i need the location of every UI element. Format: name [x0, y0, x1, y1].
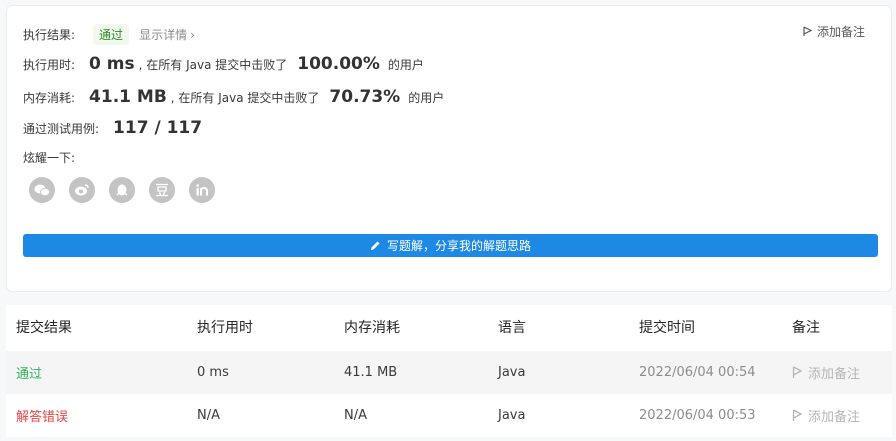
testcases-value: 117 / 117 [113, 118, 203, 138]
submission-result-card: 执行结果: 通过 显示详情 › 添加备注 执行用时: 0 ms , 在所有 Ja… [6, 5, 892, 292]
row-time: 2022/06/04 00:53 [639, 408, 756, 423]
wechat-icon[interactable] [29, 177, 55, 203]
chevron-right-icon: › [190, 27, 195, 42]
row-result[interactable]: 解答错误 [16, 394, 68, 437]
row-memory: N/A [344, 408, 367, 423]
header-runtime: 执行用时 [197, 319, 253, 336]
header-time: 提交时间 [639, 319, 695, 336]
table-header: 提交结果 执行用时 内存消耗 语言 提交时间 备注 [6, 305, 892, 348]
header-result: 提交结果 [16, 319, 72, 336]
memory-value: 41.1 MB [89, 87, 167, 107]
row-add-note-button[interactable]: 添加备注 [792, 394, 860, 437]
row-add-note-label: 添加备注 [808, 367, 861, 382]
flag-icon [792, 409, 803, 421]
add-note-button[interactable]: 添加备注 [803, 23, 865, 40]
linkedin-icon[interactable] [189, 177, 215, 203]
memory-suffix: 的用户 [408, 90, 445, 105]
row-result[interactable]: 通过 [16, 351, 42, 394]
memory-percent: 70.73% [329, 87, 401, 107]
memory-row: 内存消耗: 41.1 MB , 在所有 Java 提交中击败了 70.73% 的… [23, 87, 444, 107]
row-runtime: 0 ms [197, 365, 229, 380]
header-language: 语言 [498, 319, 526, 336]
testcases-row: 通过测试用例: 117 / 117 [23, 118, 202, 138]
weibo-icon[interactable] [69, 177, 95, 203]
status-badge: 通过 [93, 24, 130, 45]
pencil-icon [370, 241, 380, 250]
runtime-value: 0 ms [89, 54, 135, 74]
flag-icon [792, 366, 803, 378]
runtime-percent: 100.00% [297, 54, 380, 74]
share-label: 炫耀一下: [23, 151, 76, 165]
memory-middle: , 在所有 Java 提交中击败了 [170, 90, 320, 105]
row-runtime: N/A [197, 408, 220, 423]
row-add-note-label: 添加备注 [808, 410, 861, 425]
flag-icon [803, 26, 813, 36]
write-solution-label: 写题解，分享我的解题思路 [386, 239, 531, 253]
write-solution-button[interactable]: 写题解，分享我的解题思路 [23, 234, 878, 257]
testcases-label: 通过测试用例: [23, 121, 100, 136]
share-row-label: 炫耀一下: [23, 149, 75, 166]
row-language: Java [498, 408, 526, 423]
row-add-note-button[interactable]: 添加备注 [792, 351, 860, 394]
result-label: 执行结果: [23, 28, 76, 42]
show-details-link[interactable]: 显示详情 › [139, 26, 195, 43]
table-row[interactable]: 解答错误 N/A N/A Java 2022/06/04 00:53 添加备注 [6, 394, 892, 437]
share-icons [29, 177, 215, 203]
runtime-suffix: 的用户 [387, 57, 424, 72]
douban-icon[interactable] [149, 177, 175, 203]
result-row: 执行结果: 通过 显示详情 › [23, 24, 195, 45]
table-row[interactable]: 通过 0 ms 41.1 MB Java 2022/06/04 00:54 添加… [6, 351, 892, 394]
row-time: 2022/06/04 00:54 [639, 365, 756, 380]
runtime-middle: , 在所有 Java 提交中击败了 [138, 57, 288, 72]
show-details-label: 显示详情 [139, 28, 188, 42]
header-note: 备注 [792, 319, 820, 336]
qq-icon[interactable] [109, 177, 135, 203]
submission-history-table: 提交结果 执行用时 内存消耗 语言 提交时间 备注 通过 0 ms 41.1 M… [6, 305, 892, 437]
header-memory: 内存消耗 [344, 319, 400, 336]
runtime-row: 执行用时: 0 ms , 在所有 Java 提交中击败了 100.00% 的用户 [23, 54, 424, 74]
row-language: Java [498, 365, 526, 380]
row-memory: 41.1 MB [344, 365, 398, 380]
memory-label: 内存消耗: [23, 90, 76, 105]
runtime-label: 执行用时: [23, 57, 76, 72]
add-note-label: 添加备注 [816, 25, 865, 39]
